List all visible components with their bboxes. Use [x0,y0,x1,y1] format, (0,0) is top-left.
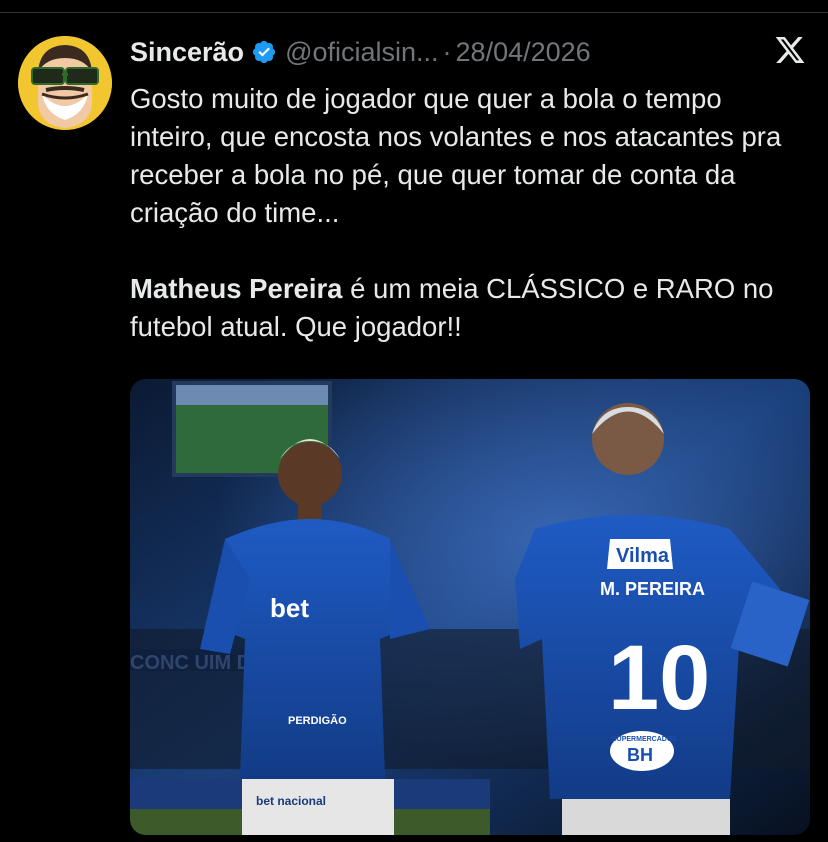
avatar-cartoon-face [18,36,112,130]
back-sponsor-bh: BH [627,745,653,765]
tweet-bold-name: Matheus Pereira [130,273,343,304]
tweet-date[interactable]: 28/04/2026 [456,37,591,68]
jersey-number: 10 [608,627,710,729]
top-divider [0,12,828,13]
x-logo-icon[interactable] [774,34,806,66]
author-name[interactable]: Sincerão [130,37,244,68]
tweet-text: Gosto muito de jogador que quer a bola o… [130,80,810,346]
shorts-sponsor-text: bet nacional [256,794,326,808]
back-sponsor-vilma: Vilma [616,545,670,567]
front-sponsor-text: bet [270,593,309,623]
jersey-name: M. PEREIRA [600,579,705,599]
tweet-paragraph-1: Gosto muito de jogador que quer a bola o… [130,83,789,228]
football-players-photo: CONC UIM DE DE bet PERDIGÃO bet nacional… [130,379,810,835]
author-handle[interactable]: @oficialsin... [285,37,438,68]
verified-badge-icon [252,40,276,64]
tweet-header: Sincerão @oficialsin... · 28/04/2026 [130,34,591,70]
separator-dot: · [442,36,452,67]
shirt-sleeve-text: PERDIGÃO [288,714,347,727]
back-sponsor-supermercados: SUPERMERCADOS [612,736,677,743]
avatar[interactable] [18,36,112,130]
tweet-media-image[interactable]: CONC UIM DE DE bet PERDIGÃO bet nacional… [130,379,810,835]
